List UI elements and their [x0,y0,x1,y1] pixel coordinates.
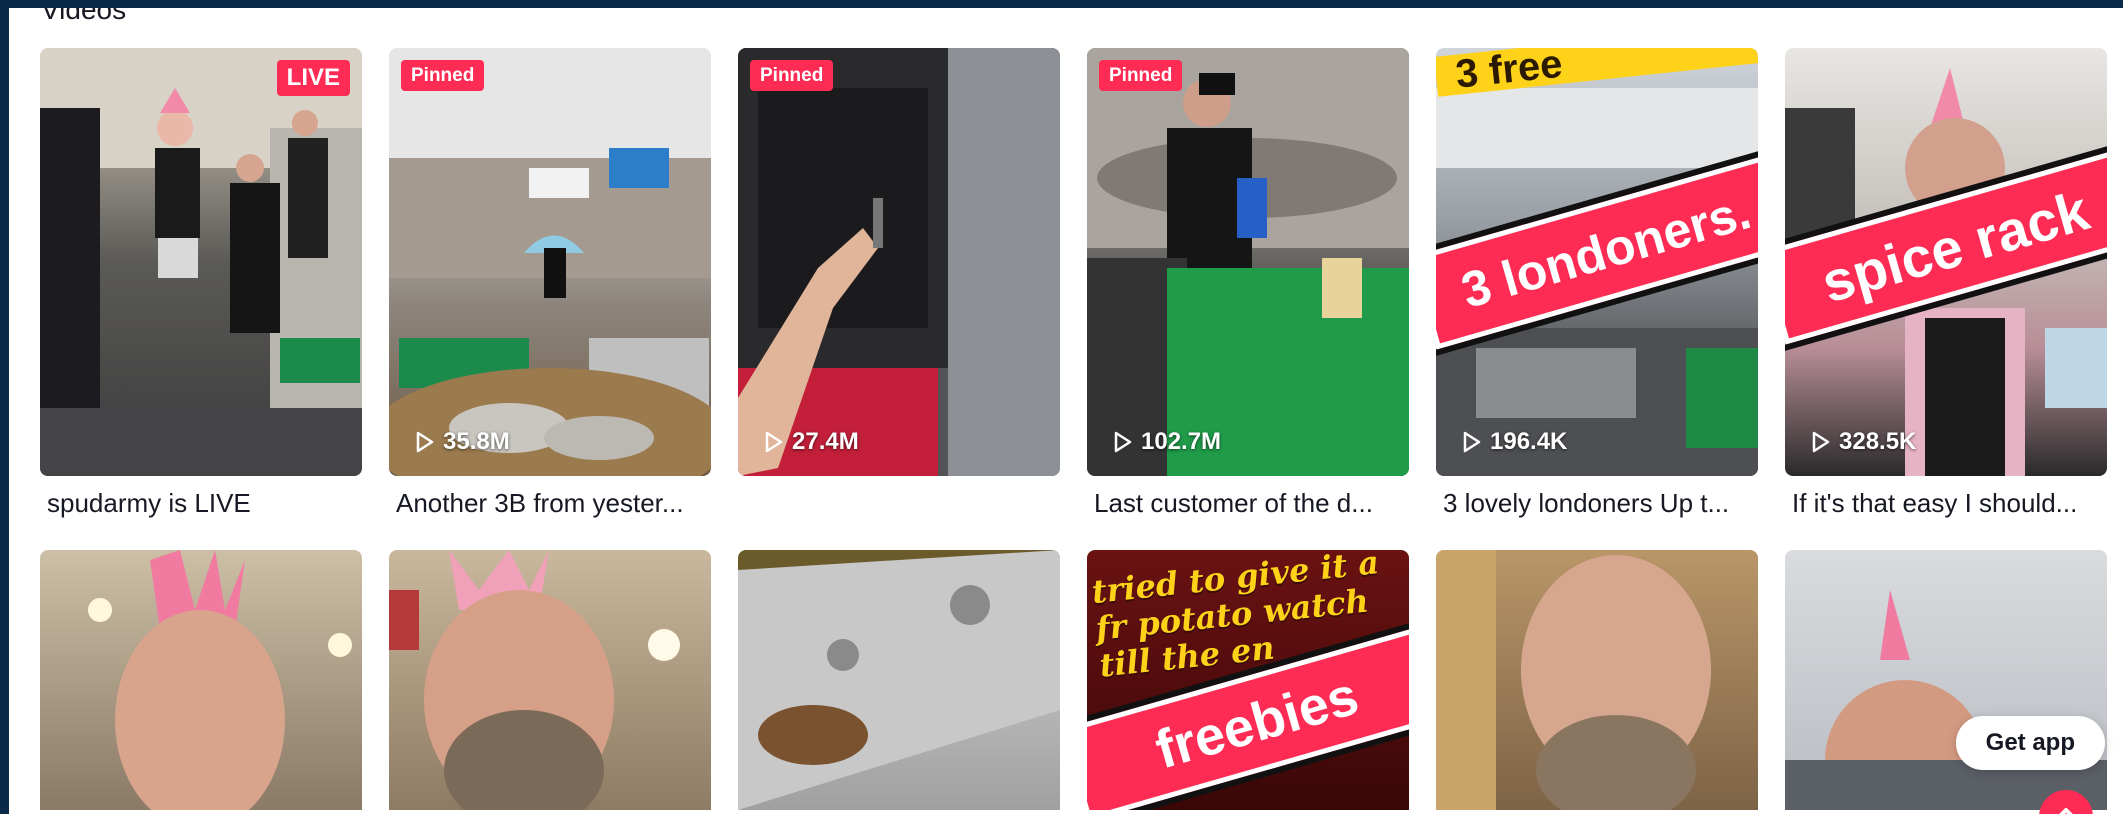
video-card[interactable] [389,550,711,810]
video-card[interactable]: 3 free 3 londoners. 196.4K 3 lovely lond… [1436,48,1758,526]
thumbnail-scene [40,48,362,476]
video-card[interactable] [1436,550,1758,810]
pinned-badge: Pinned [1099,60,1183,91]
video-thumbnail[interactable] [738,550,1060,810]
video-card[interactable]: Pinned 27.4M [738,48,1060,526]
video-thumbnail[interactable]: Pinned 35.8M [389,48,711,476]
video-caption[interactable] [738,488,1060,526]
video-card[interactable]: Pinned 35.8M Another 3B from yester... [389,48,711,526]
video-thumbnail[interactable]: Pinned 102.7M [1087,48,1409,476]
video-caption[interactable]: 3 lovely londoners Up t... [1436,488,1758,526]
view-count: 35.8M [415,428,510,456]
videos-panel: Videos LIVE spudarmy is LIVE Pinned 35.8… [9,8,2123,814]
video-thumbnail[interactable]: LIVE [40,48,362,476]
view-count-text: 102.7M [1141,428,1222,455]
video-caption[interactable]: spudarmy is LIVE [40,488,362,526]
play-icon [416,431,434,453]
thumbnail-scene [88,550,352,810]
play-icon [1463,431,1481,453]
thumbnail-scene [389,550,680,810]
video-grid: LIVE spudarmy is LIVE Pinned 35.8M Anoth… [40,48,2107,810]
play-icon [1114,431,1132,453]
view-count: 328.5K [1811,428,1916,456]
pinned-badge: Pinned [750,60,834,91]
pinned-badge: Pinned [401,60,485,91]
live-badge: LIVE [276,60,350,96]
video-thumbnail[interactable] [1785,550,2107,810]
thumbnail-scene [738,550,1060,810]
thumbnail-scene [1436,550,1711,810]
arrow-up-icon [2059,808,2073,814]
video-thumbnail[interactable] [389,550,711,810]
video-card[interactable] [738,550,1060,810]
video-thumbnail[interactable] [1436,550,1758,810]
view-count: 196.4K [1462,428,1567,456]
thumbnail-scene [738,48,1060,476]
thumbnail-scene [1087,48,1409,476]
video-card[interactable]: Pinned 102.7M Last customer of the d... [1087,48,1409,526]
view-count-text: 35.8M [443,428,510,455]
video-caption[interactable]: Another 3B from yester... [389,488,711,526]
view-count: 102.7M [1113,428,1221,456]
scroll-to-top-button[interactable] [2039,790,2093,814]
thumbnail-scene [389,48,711,476]
video-card-live[interactable]: LIVE spudarmy is LIVE [40,48,362,526]
view-count-text: 196.4K [1490,428,1568,455]
view-count: 27.4M [764,428,859,456]
video-caption[interactable]: Last customer of the d... [1087,488,1409,526]
video-card[interactable]: tried to give it a fr potato watch till … [1087,550,1409,810]
video-caption[interactable]: If it's that easy I should... [1785,488,2107,526]
video-card[interactable] [40,550,362,810]
video-thumbnail[interactable]: tried to give it a fr potato watch till … [1087,550,1409,810]
thumbnail-scene [1785,590,2107,810]
video-thumbnail[interactable]: spice rack 328.5K [1785,48,2107,476]
play-icon [1812,431,1830,453]
video-card[interactable]: spice rack 328.5K If it's that easy I sh… [1785,48,2107,526]
section-title: Videos [41,8,127,25]
video-card[interactable] [1785,550,2107,810]
video-thumbnail[interactable]: 3 free 3 londoners. 196.4K [1436,48,1758,476]
video-thumbnail[interactable]: Pinned 27.4M [738,48,1060,476]
play-icon [765,431,783,453]
view-count-text: 328.5K [1839,428,1917,455]
video-thumbnail[interactable] [40,550,362,810]
get-app-button[interactable]: Get app [1955,716,2105,770]
view-count-text: 27.4M [792,428,859,455]
